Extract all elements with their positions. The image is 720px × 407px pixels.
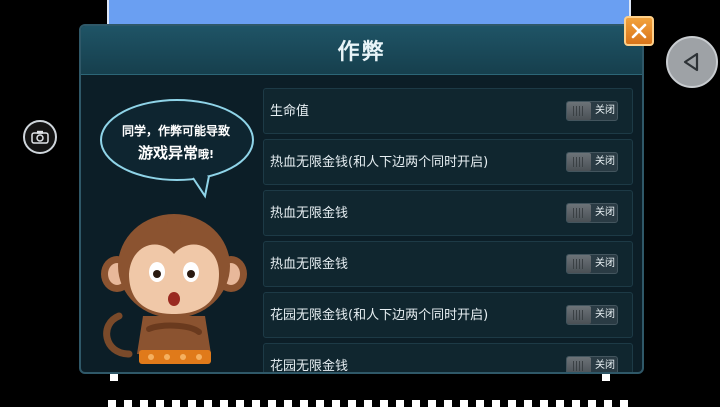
cheat-label: 花园无限金钱(和人下边两个同时开启): [270, 308, 489, 323]
dialog-header: 作弊: [81, 26, 642, 75]
cheat-row: 热血无限金钱(和人下边两个同时开启) 关闭: [263, 139, 633, 185]
toggle-state: 关闭: [595, 258, 615, 269]
dialog-title: 作弊: [337, 40, 386, 65]
toggle-state: 关闭: [595, 360, 615, 371]
cheat-toggle[interactable]: 关闭: [566, 254, 618, 274]
toggle-knob: [567, 102, 591, 120]
toggle-state: 关闭: [595, 207, 615, 218]
close-icon: [631, 23, 647, 39]
cheat-row: 生命值 关闭: [263, 88, 633, 134]
bubble-suffix: 哦!: [197, 148, 215, 161]
cheat-label: 花园无限金钱: [270, 359, 349, 374]
cheat-row: 花园无限金钱 关闭: [263, 343, 633, 374]
warning-illustration: 同学，作弊可能导致 游戏异常哦!: [81, 74, 261, 372]
cheat-toggle[interactable]: 关闭: [566, 356, 618, 372]
bubble-line-1: 同学，作弊可能导致: [121, 124, 230, 138]
toggle-knob: [567, 306, 591, 324]
toggle-state: 关闭: [595, 309, 615, 320]
speech-bubble: 同学，作弊可能导致 游戏异常哦!: [100, 96, 254, 199]
toggle-state: 关闭: [595, 105, 615, 116]
cheat-label: 热血无限金钱: [270, 257, 349, 272]
toggle-knob: [567, 357, 591, 372]
camera-icon[interactable]: [23, 120, 57, 154]
cheat-list: 生命值 关闭 热血无限金钱(和人下边两个同时开启) 关闭 热血无限金钱 关闭 热…: [263, 88, 633, 374]
cheat-row: 热血无限金钱 关闭: [263, 190, 633, 236]
monkey-mascot: [101, 214, 247, 364]
cheat-toggle[interactable]: 关闭: [566, 203, 618, 223]
toggle-knob: [567, 153, 591, 171]
toggle-state: 关闭: [595, 156, 615, 167]
toggle-knob: [567, 204, 591, 222]
cheat-toggle[interactable]: 关闭: [566, 101, 618, 121]
game-background-fence: [108, 400, 628, 407]
camera-glyph: [31, 130, 49, 144]
cheat-label: 热血无限金钱: [270, 206, 349, 221]
cheat-row: 花园无限金钱(和人下边两个同时开启) 关闭: [263, 292, 633, 338]
cheat-dialog: 作弊 同学，作弊可能导致 游戏异常哦! 生命值 关闭 热血无限金钱(和人下边两个…: [79, 24, 644, 374]
cheat-label: 热血无限金钱(和人下边两个同时开启): [270, 155, 489, 170]
toggle-knob: [567, 255, 591, 273]
cheat-label: 生命值: [270, 104, 310, 119]
cheat-row: 热血无限金钱 关闭: [263, 241, 633, 287]
back-button[interactable]: [666, 36, 718, 88]
bubble-line-2: 游戏异常哦!: [101, 142, 251, 163]
bubble-emphasis: 游戏异常: [137, 144, 198, 162]
close-button[interactable]: [624, 16, 654, 46]
back-triangle-icon: [683, 52, 699, 72]
cheat-toggle[interactable]: 关闭: [566, 305, 618, 325]
cheat-toggle[interactable]: 关闭: [566, 152, 618, 172]
